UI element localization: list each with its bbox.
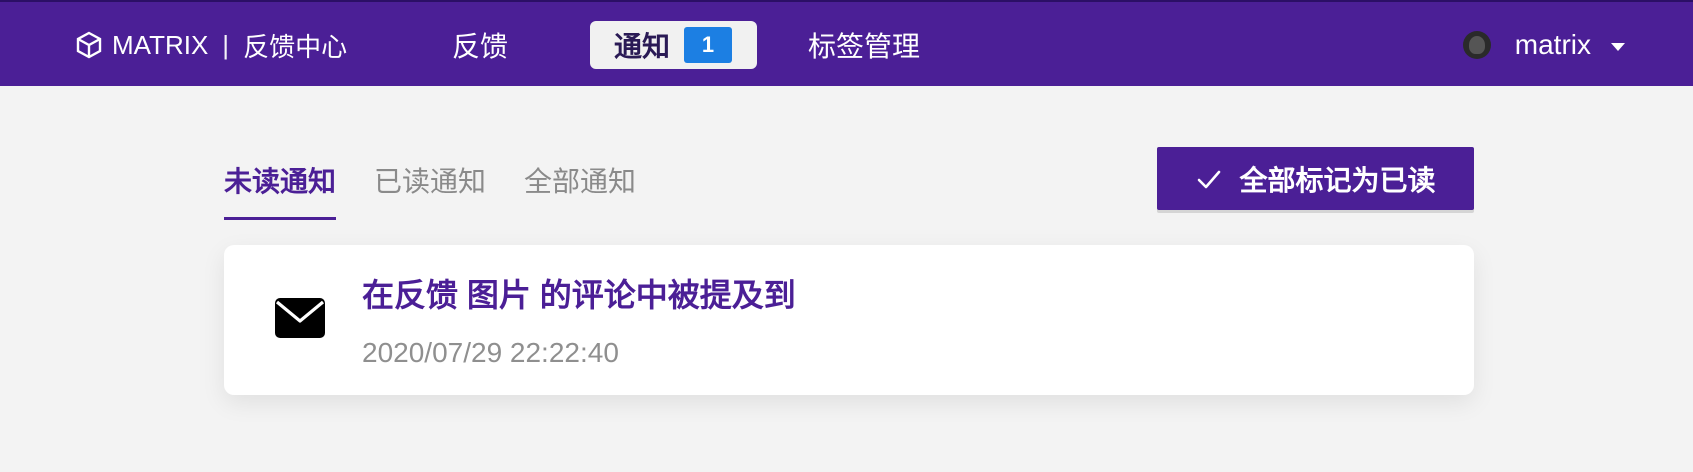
notification-time: 2020/07/29 22:22:40 — [362, 337, 619, 368]
check-icon — [1198, 170, 1221, 188]
user-name: matrix — [1514, 29, 1591, 60]
nav-item-notifications[interactable]: 通知 1 — [590, 21, 757, 69]
avatar-icon — [1462, 31, 1491, 59]
tab-all[interactable]: 全部通知 — [524, 160, 636, 220]
notification-tabs: 未读通知 已读通知 全部通知 — [224, 160, 674, 220]
notification-item[interactable]: 在反馈 图片 的评论中被提及到 2020/07/29 22:22:40 — [224, 245, 1474, 395]
user-menu[interactable]: matrix — [1443, 21, 1693, 69]
notification-count-badge: 1 — [684, 27, 733, 63]
mark-all-read-label: 全部标记为已读 — [1239, 164, 1436, 196]
nav-item-label: 标签管理 — [808, 31, 921, 62]
mail-icon — [275, 298, 325, 338]
tab-unread[interactable]: 未读通知 — [224, 160, 337, 220]
notification-title[interactable]: 在反馈 图片 的评论中被提及到 — [362, 270, 796, 316]
nav-item-feedback[interactable]: 反馈 — [428, 21, 532, 69]
nav-item-tag-management[interactable]: 标签管理 — [784, 21, 944, 69]
top-nav-bar: MATRIX | 反馈中心 反馈 通知 1 标签管理 matrix — [0, 0, 1693, 86]
caret-down-icon — [1611, 43, 1625, 51]
tab-read[interactable]: 已读通知 — [374, 160, 486, 220]
nav-item-label: 通知 — [614, 31, 671, 62]
mark-all-read-button[interactable]: 全部标记为已读 — [1157, 147, 1474, 210]
main-nav: 反馈 通知 1 标签管理 — [0, 2, 1693, 88]
nav-item-label: 反馈 — [452, 31, 509, 62]
